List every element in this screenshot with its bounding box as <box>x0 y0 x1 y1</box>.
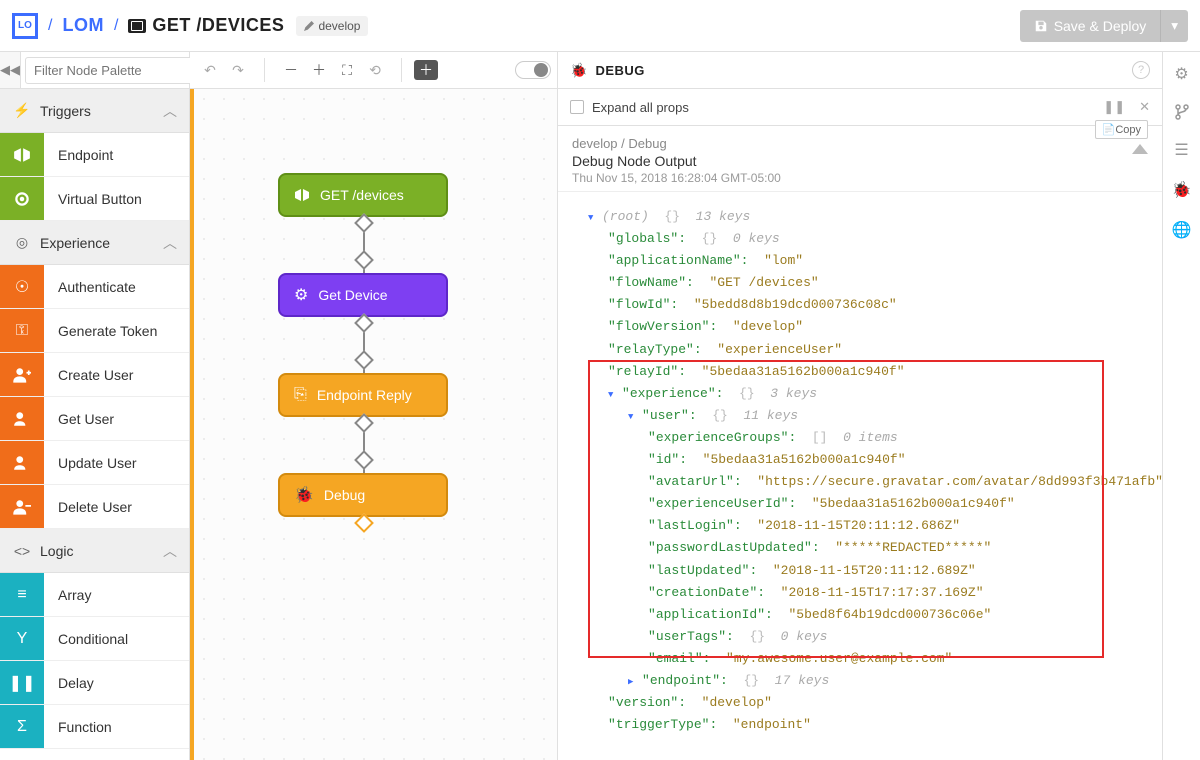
branch-icon[interactable] <box>1174 104 1190 120</box>
workflow-icon <box>128 19 146 33</box>
palette-node-function[interactable]: Σ Function <box>0 705 189 749</box>
palette-node-authenticate[interactable]: ☉ Authenticate <box>0 265 189 309</box>
endpoint-icon <box>294 187 310 203</box>
gear-icon[interactable]: ⚙ <box>1174 64 1188 84</box>
palette-node-create-user[interactable]: Create User <box>0 353 189 397</box>
zoom-reset-button[interactable]: ⟲ <box>361 56 389 84</box>
breadcrumb-sep: / <box>114 17 118 35</box>
category-experience[interactable]: ◎ Experience ︿ <box>0 221 189 265</box>
flow-node-endpoint-reply[interactable]: ⎘ Endpoint Reply <box>278 373 448 417</box>
canvas-toolbar: ↶ ↷ － ＋ ⛶ ⟲ ＋ <box>190 52 557 89</box>
palette-node-update-user[interactable]: Update User <box>0 441 189 485</box>
right-rail: ⚙ ☰ 🐞 🌐 <box>1162 52 1200 760</box>
palette-node-delay[interactable]: ❚❚ Delay <box>0 661 189 705</box>
flow-node-get-device[interactable]: ⚙ Get Device <box>278 273 448 317</box>
user-plus-icon <box>0 353 44 396</box>
pencil-icon <box>304 21 314 31</box>
key-icon: ⚿ <box>0 309 44 352</box>
canvas-toggle[interactable] <box>515 61 551 79</box>
debug-output[interactable]: (root) {} 13 keys globals {} 0 keys appl… <box>558 192 1162 760</box>
palette-node-get-user[interactable]: Get User <box>0 397 189 441</box>
branch-pill[interactable]: develop <box>296 16 368 36</box>
logic-icon: <> <box>12 543 32 559</box>
palette-node-generate-token[interactable]: ⚿ Generate Token <box>0 309 189 353</box>
category-logic[interactable]: <> Logic ︿ <box>0 529 189 573</box>
reply-icon: ⎘ <box>294 386 307 404</box>
debug-meta: 📄Copy develop / Debug Debug Node Output … <box>558 126 1162 192</box>
zoom-out-button[interactable]: － <box>277 56 305 84</box>
close-icon[interactable]: ✕ <box>1139 99 1150 115</box>
save-deploy-dropdown[interactable]: ▾ <box>1160 10 1188 42</box>
collapse-palette-button[interactable]: ◀◀ <box>0 52 21 88</box>
user-minus-icon <box>0 485 44 528</box>
save-icon <box>1034 19 1048 33</box>
logo[interactable]: LO <box>12 13 38 39</box>
layers-icon[interactable]: ☰ <box>1174 140 1188 160</box>
copy-button[interactable]: 📄Copy <box>1095 120 1148 139</box>
user-edit-icon <box>0 441 44 484</box>
breadcrumb-sep: / <box>48 17 52 35</box>
chevron-up-icon: ︿ <box>163 233 177 253</box>
bug-icon: 🐞 <box>294 485 314 505</box>
palette-node-endpoint[interactable]: Endpoint <box>0 133 189 177</box>
category-triggers[interactable]: ⚡ Triggers ︿ <box>0 89 189 133</box>
conditional-icon: Y <box>0 617 44 660</box>
flow-node-debug[interactable]: 🐞 Debug <box>278 473 448 517</box>
breadcrumb-project[interactable]: LOM <box>62 15 104 36</box>
chevron-up-icon: ︿ <box>163 101 177 121</box>
endpoint-icon <box>0 133 44 176</box>
chevron-up-icon: ︿ <box>163 541 177 561</box>
collapse-caret-icon[interactable] <box>1132 144 1148 154</box>
breadcrumb-bar: LO / LOM / GET /DEVICES develop Save & D… <box>0 0 1200 52</box>
pause-icon[interactable]: ❚❚ <box>1103 99 1125 115</box>
user-get-icon <box>0 397 44 440</box>
expand-all-checkbox[interactable] <box>570 100 584 114</box>
palette-node-array[interactable]: ≡ Array <box>0 573 189 617</box>
save-deploy-button[interactable]: Save & Deploy <box>1020 10 1161 42</box>
palette-node-conditional[interactable]: Y Conditional <box>0 617 189 661</box>
gear-icon: ⚙ <box>294 285 308 305</box>
debug-panel: 🐞 DEBUG ? Expand all props ❚❚ ✕ 📄Copy de… <box>557 52 1162 760</box>
node-palette: ◀◀ ⚡ Triggers ︿ Endpoint <box>0 52 190 760</box>
palette-node-delete-user[interactable]: Delete User <box>0 485 189 529</box>
trigger-icon: ⚡ <box>12 102 32 119</box>
bug-icon: 🐞 <box>570 62 587 79</box>
debug-title: DEBUG <box>595 63 644 78</box>
delay-icon: ❚❚ <box>0 661 44 704</box>
palette-node-virtual-button[interactable]: Virtual Button <box>0 177 189 221</box>
help-icon[interactable]: ? <box>1132 61 1150 79</box>
add-node-button[interactable]: ＋ <box>414 60 438 80</box>
canvas[interactable]: GET /devices ⚙ Get Device ⎘ Endpoint Rep… <box>190 89 557 760</box>
virtual-button-icon <box>0 177 44 220</box>
flow-node-endpoint[interactable]: GET /devices <box>278 173 448 217</box>
redo-button[interactable]: ↷ <box>224 56 252 84</box>
breadcrumb-flow[interactable]: GET /DEVICES <box>152 15 284 36</box>
globe-icon[interactable]: 🌐 <box>1172 220 1192 240</box>
function-icon: Σ <box>0 705 44 748</box>
undo-button[interactable]: ↶ <box>196 56 224 84</box>
bug-icon[interactable]: 🐞 <box>1172 180 1192 200</box>
experience-icon: ◎ <box>12 234 32 251</box>
zoom-in-button[interactable]: ＋ <box>305 56 333 84</box>
fit-button[interactable]: ⛶ <box>333 56 361 84</box>
array-icon: ≡ <box>0 573 44 616</box>
fingerprint-icon: ☉ <box>0 265 44 308</box>
expand-all-label: Expand all props <box>592 100 689 115</box>
